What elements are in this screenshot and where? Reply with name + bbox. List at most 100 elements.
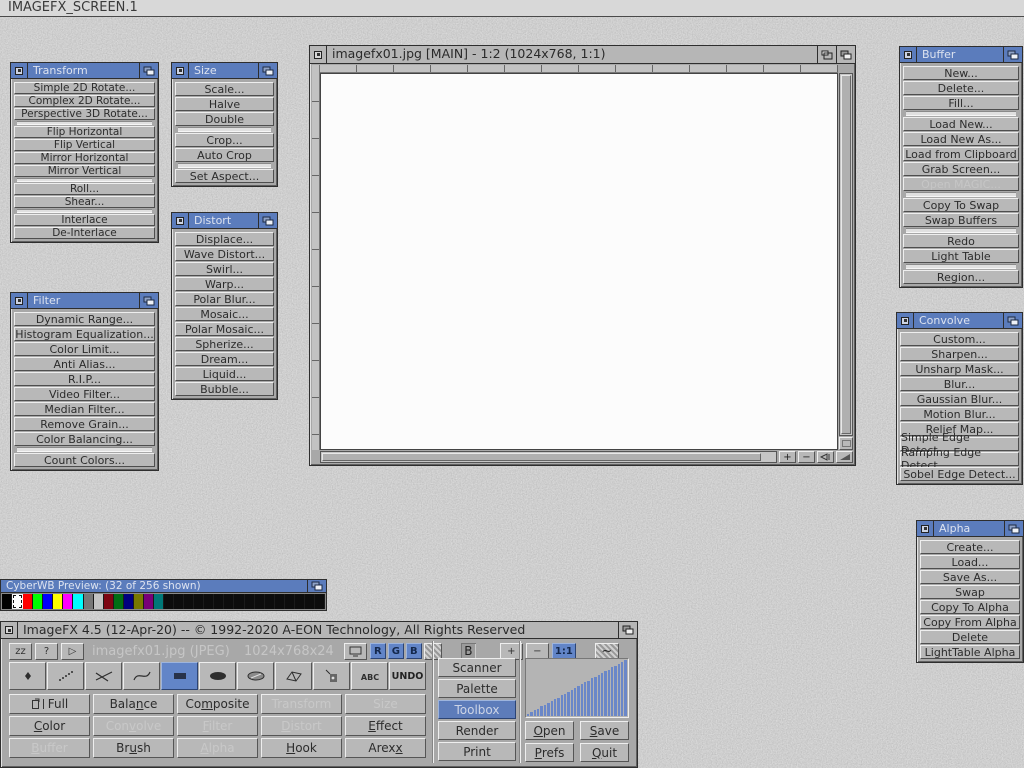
palette-swatch[interactable] bbox=[84, 594, 94, 609]
palette-swatch[interactable] bbox=[164, 594, 174, 609]
close-icon[interactable] bbox=[900, 47, 917, 62]
vertical-scrollbar-thumb[interactable] bbox=[841, 75, 851, 434]
undo-button[interactable]: UNDO bbox=[389, 662, 426, 690]
panel-button[interactable]: Open MAGIC... bbox=[903, 177, 1019, 191]
panel-button[interactable]: Wave Distort... bbox=[175, 247, 274, 261]
panel-button[interactable]: Polar Blur... bbox=[175, 292, 274, 306]
palette-swatch[interactable] bbox=[184, 594, 194, 609]
palette-swatch[interactable] bbox=[245, 594, 255, 609]
panel-button[interactable]: Video Filter... bbox=[14, 387, 155, 401]
panel-button[interactable]: Load New... bbox=[903, 117, 1019, 131]
panel-button[interactable]: Mirror Vertical bbox=[14, 165, 155, 177]
panel-button[interactable]: Copy From Alpha bbox=[920, 615, 1020, 629]
zoom-ramp-icon[interactable] bbox=[836, 451, 853, 463]
close-icon[interactable] bbox=[172, 213, 189, 228]
panel-button[interactable]: Polar Mosaic... bbox=[175, 322, 274, 336]
mode-button[interactable]: Full bbox=[9, 694, 90, 714]
mode-button[interactable]: Brush bbox=[93, 738, 174, 758]
panel-switch-button[interactable]: Toolbox bbox=[438, 700, 516, 719]
file-action-button[interactable]: Save bbox=[580, 721, 629, 740]
depth-icon[interactable] bbox=[258, 63, 277, 78]
panel-button[interactable]: Shear... bbox=[14, 196, 155, 208]
panel-button[interactable]: Light Table bbox=[903, 249, 1019, 263]
panel-button[interactable]: Unsharp Mask... bbox=[900, 362, 1019, 376]
palette-swatch[interactable] bbox=[33, 594, 43, 609]
panel-button[interactable]: De-Interlace bbox=[14, 227, 155, 239]
panel-button[interactable]: Create... bbox=[920, 540, 1020, 554]
panel-switch-button[interactable]: Render bbox=[438, 721, 516, 740]
panel-button[interactable]: Flip Vertical bbox=[14, 139, 155, 151]
panel-button[interactable]: R.I.P... bbox=[14, 372, 155, 386]
panel-button[interactable]: Load New As... bbox=[903, 132, 1019, 146]
file-action-button[interactable]: Quit bbox=[580, 743, 629, 762]
palette-swatch[interactable] bbox=[94, 594, 104, 609]
panel-button[interactable]: Spherize... bbox=[175, 337, 274, 351]
panel-button[interactable]: Load from Clipboard bbox=[903, 147, 1019, 161]
palette-swatch[interactable] bbox=[255, 594, 265, 609]
panel-button[interactable]: Halve bbox=[175, 97, 274, 111]
panel-button[interactable]: Simple 2D Rotate... bbox=[14, 82, 155, 94]
titlebar[interactable]: Buffer bbox=[900, 47, 1022, 63]
palette-swatch[interactable] bbox=[204, 594, 214, 609]
close-icon[interactable] bbox=[1, 622, 18, 638]
close-icon[interactable] bbox=[11, 63, 28, 78]
palette-swatch[interactable] bbox=[214, 594, 224, 609]
panel-button[interactable]: Auto Crop bbox=[175, 148, 274, 162]
tool-fill-icon[interactable] bbox=[313, 662, 350, 690]
panel-switch-button[interactable]: Palette bbox=[438, 679, 516, 698]
panel-button[interactable]: Anti Alias... bbox=[14, 357, 155, 371]
panel-button[interactable]: Count Colors... bbox=[14, 453, 155, 467]
panel-button[interactable]: Remove Grain... bbox=[14, 417, 155, 431]
palette-swatch[interactable] bbox=[53, 594, 63, 609]
pan-arrow-icon[interactable] bbox=[817, 451, 834, 463]
palette-swatch[interactable] bbox=[315, 594, 325, 609]
panel-button[interactable]: Copy To Swap bbox=[903, 198, 1019, 212]
titlebar[interactable]: ImageFX 4.5 (12-Apr-20) -- © 1992-2020 A… bbox=[1, 622, 637, 639]
screen-titlebar[interactable]: IMAGEFX_SCREEN.1 bbox=[0, 0, 1024, 17]
file-action-button[interactable]: Prefs bbox=[525, 743, 574, 762]
play-macro-button[interactable]: ▷ bbox=[61, 643, 84, 660]
panel-switch-button[interactable]: Print bbox=[438, 742, 516, 761]
titlebar[interactable]: imagefx01.jpg [MAIN] - 1:2 (1024x768, 1:… bbox=[310, 46, 855, 64]
tool-polygon-icon[interactable] bbox=[275, 662, 312, 690]
panel-button[interactable]: Roll... bbox=[14, 183, 155, 195]
mode-button[interactable]: Composite bbox=[177, 694, 258, 714]
zoom-ratio-button[interactable]: 1:1 bbox=[552, 643, 576, 660]
mode-button[interactable]: Filter bbox=[177, 716, 258, 736]
panel-button[interactable]: Liquid... bbox=[175, 367, 274, 381]
titlebar[interactable]: Transform bbox=[11, 63, 158, 79]
horizontal-scrollbar[interactable] bbox=[320, 451, 777, 463]
panel-button[interactable]: Delete bbox=[920, 630, 1020, 644]
depth-icon[interactable] bbox=[139, 293, 158, 308]
panel-button[interactable]: Load... bbox=[920, 555, 1020, 569]
palette-swatch[interactable] bbox=[104, 594, 114, 609]
palette-swatch[interactable] bbox=[174, 594, 184, 609]
mode-button[interactable]: Color bbox=[9, 716, 90, 736]
panel-button[interactable]: Custom... bbox=[900, 332, 1019, 346]
close-icon[interactable] bbox=[11, 293, 28, 308]
panel-button[interactable]: Median Filter... bbox=[14, 402, 155, 416]
titlebar[interactable]: Alpha bbox=[917, 521, 1023, 537]
titlebar[interactable]: Convolve bbox=[897, 313, 1022, 329]
panel-button[interactable]: Double bbox=[175, 112, 274, 126]
close-icon[interactable] bbox=[310, 46, 327, 63]
palette-swatch[interactable] bbox=[124, 594, 134, 609]
zoom-window-icon[interactable] bbox=[817, 46, 836, 63]
panel-button[interactable]: Redo bbox=[903, 234, 1019, 248]
mode-button[interactable]: Effect bbox=[345, 716, 426, 736]
tool-rectangle-icon[interactable] bbox=[161, 662, 198, 690]
zoom-out-button[interactable]: − bbox=[798, 451, 815, 463]
horizontal-scrollbar-thumb[interactable] bbox=[322, 453, 761, 461]
panel-button[interactable]: Swirl... bbox=[175, 262, 274, 276]
palette-swatch[interactable] bbox=[63, 594, 73, 609]
palette-swatch[interactable] bbox=[194, 594, 204, 609]
screen-preview-icon[interactable] bbox=[344, 643, 367, 660]
palette-swatch[interactable] bbox=[234, 594, 244, 609]
dither-preview-button[interactable]: ∼ bbox=[595, 643, 619, 660]
channel-toggle[interactable]: R bbox=[370, 643, 386, 659]
depth-icon[interactable] bbox=[307, 580, 326, 592]
panel-button[interactable]: Sharpen... bbox=[900, 347, 1019, 361]
panel-button[interactable]: Crop... bbox=[175, 133, 274, 147]
zoom-out-button[interactable]: − bbox=[526, 643, 549, 660]
channel-toggle[interactable]: B bbox=[406, 643, 422, 659]
